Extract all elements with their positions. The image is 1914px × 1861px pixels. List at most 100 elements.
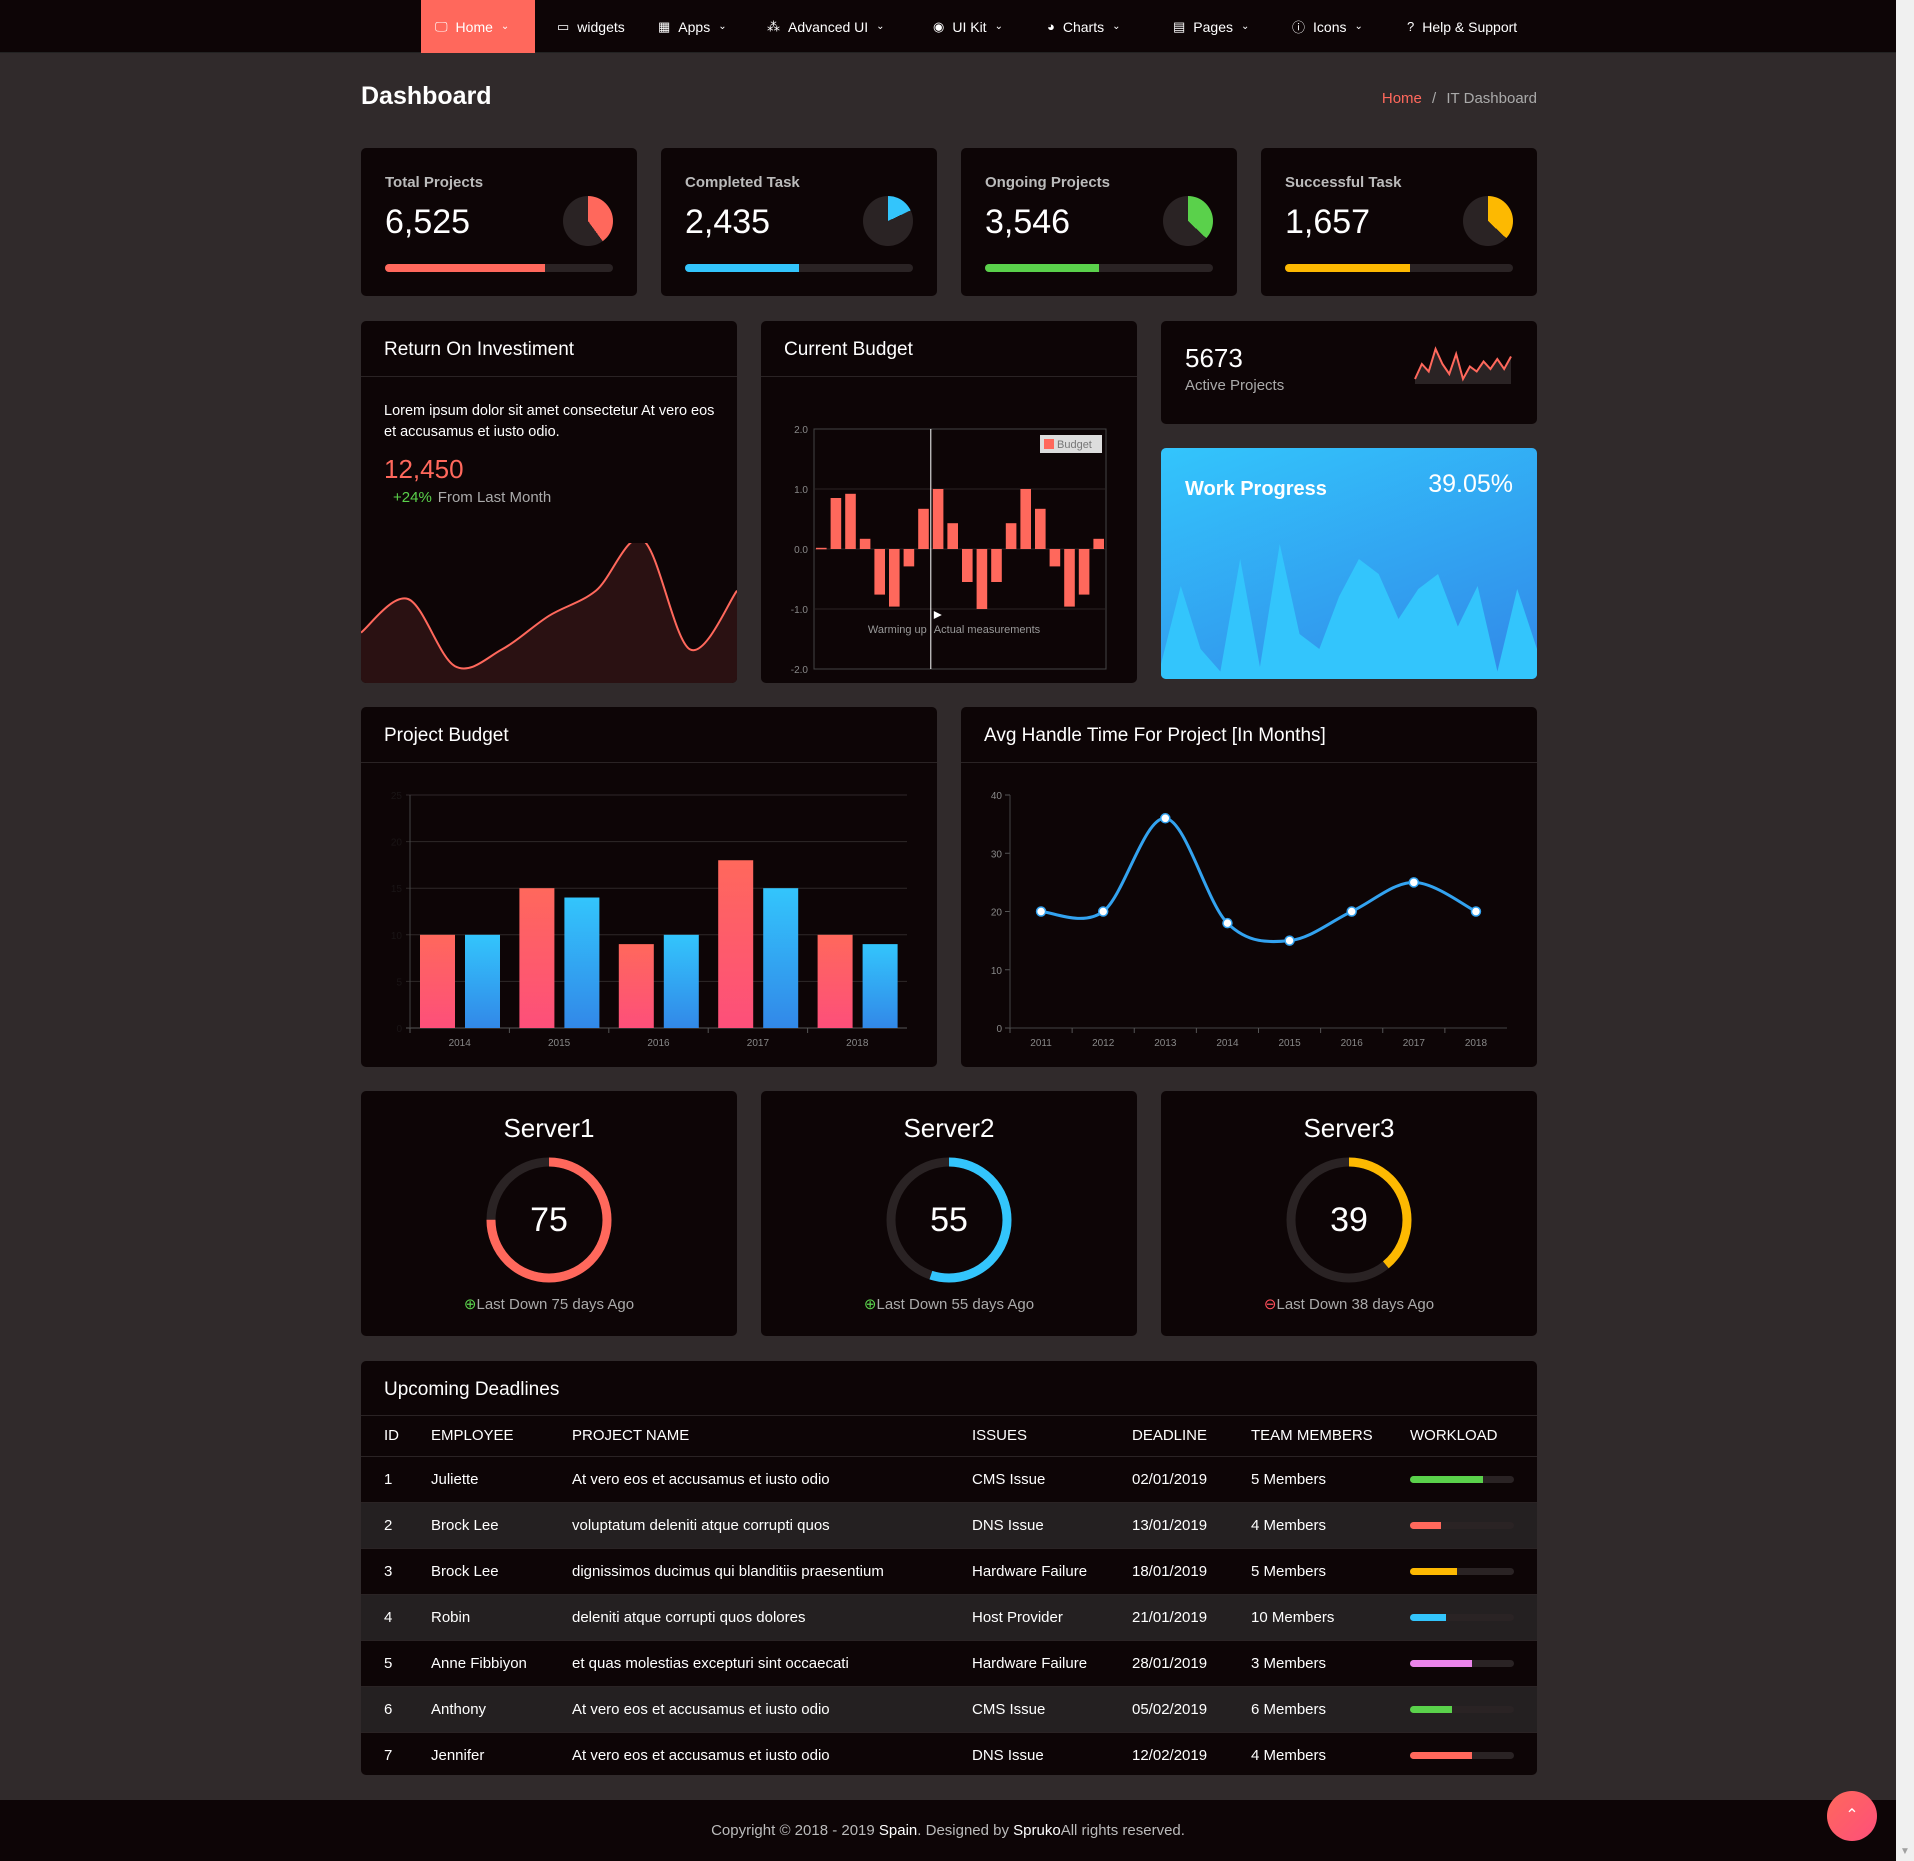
budget-bar-red [519, 888, 555, 1028]
page-title: Dashboard [361, 82, 492, 110]
cell-issue: Host Provider [949, 1594, 1109, 1641]
cubes-icon: ⁂ [767, 18, 780, 34]
footer-designer-link[interactable]: Spruko [1013, 1822, 1061, 1839]
budget-bar-blue [663, 934, 699, 1028]
table-row[interactable]: 3 Brock Lee dignissimos ducimus qui blandi… [361, 1548, 1537, 1595]
cell-project: voluptatum deleniti atque corrupti quos [549, 1502, 949, 1549]
x-tick-label: 2012 [1092, 1038, 1115, 1049]
table-row[interactable]: 7 Jennifer At vero eos et accusamus et ius… [361, 1732, 1537, 1775]
roi-change: +24% From Last Month [393, 489, 551, 506]
cell-workload [1387, 1456, 1537, 1503]
breadcrumb-home-link[interactable]: Home [1382, 90, 1422, 107]
budget-bar [962, 549, 973, 582]
server-card: Server2 55 ⊕Last Down 55 days Ago [761, 1091, 1137, 1336]
y-tick-label: 15 [391, 884, 403, 895]
top-navigation: 🖵 Home ⌄ ▭ widgets ▦ Apps ⌄ ⁂ Advanced UI ⌄ ◉ UI Kit… [0, 0, 1896, 53]
workload-bar [1410, 1567, 1514, 1575]
cell-team: 4 Members [1228, 1732, 1387, 1775]
nav-item-advanced-ui[interactable]: ⁂ Advanced UI ⌄ [755, 0, 897, 53]
nav-item-apps[interactable]: ▦ Apps ⌄ [646, 0, 739, 53]
server-last-down-text: Last Down 38 days Ago [1276, 1296, 1435, 1313]
cell-workload [1387, 1732, 1537, 1775]
y-tick-label: 20 [391, 838, 403, 849]
nav-item-widgets[interactable]: ▭ widgets [545, 0, 637, 53]
y-tick-label: 25 [391, 791, 403, 802]
data-point [1346, 906, 1357, 917]
table-row[interactable]: 6 Anthony At vero eos et accusamus et iust… [361, 1686, 1537, 1733]
active-projects-label: Active Projects [1185, 377, 1285, 394]
chevron-down-icon: ⌄ [1112, 21, 1121, 32]
server-last-down-text: Last Down 75 days Ago [476, 1296, 635, 1313]
budget-bar [889, 549, 900, 607]
window-icon: ▭ [557, 18, 570, 34]
roi-title: Return On Investiment [361, 321, 737, 377]
table-row[interactable]: 5 Anne Fibbiyon et quas molestias exceptur… [361, 1640, 1537, 1687]
y-tick-label: 10 [991, 966, 1003, 977]
legend-swatch [1044, 439, 1054, 449]
column-header: WORKLOAD [1387, 1416, 1537, 1457]
nav-item-help-support[interactable]: ? Help & Support [1395, 0, 1529, 53]
project-budget-chart: 0 5 10 15 20 25 2014 2015 2016 2017 2018 [391, 791, 907, 1049]
cell-team: 6 Members [1228, 1686, 1387, 1733]
budget-bar-red [420, 934, 455, 1028]
cell-issue: DNS Issue [949, 1732, 1109, 1775]
back-to-top-button[interactable]: ⌃ [1827, 1791, 1877, 1841]
stat-card: Total Projects 6,525 [361, 148, 637, 296]
table-row[interactable]: 1 Juliette At vero eos et accusamus et ius… [361, 1456, 1537, 1503]
stat-label: Successful Task [1285, 174, 1402, 191]
data-point [1222, 917, 1233, 929]
nav-label: Help & Support [1422, 18, 1518, 35]
server-last-down-text: Last Down 55 days Ago [876, 1296, 1035, 1313]
cell-id: 5 [361, 1640, 408, 1687]
chevron-up-icon: ⌃ [1845, 1807, 1859, 1824]
budget-bar [874, 549, 885, 595]
active-projects-card: 5673 Active Projects [1161, 321, 1537, 424]
column-header: DEADLINE [1109, 1416, 1228, 1457]
y-tick-label: 0 [396, 1024, 402, 1035]
budget-bar [1078, 549, 1090, 595]
table-row[interactable]: 4 Robin deleniti atque corrupti quos dolor… [361, 1594, 1537, 1641]
grid-icon: ▦ [658, 18, 671, 34]
cell-team: 4 Members [1228, 1502, 1387, 1549]
data-point [1284, 935, 1295, 946]
cell-team: 5 Members [1228, 1548, 1387, 1595]
nav-label: Pages [1193, 18, 1233, 35]
nav-item-home[interactable]: 🖵 Home ⌄ [421, 0, 535, 53]
monitor-icon: 🖵 [435, 18, 448, 34]
budget-bar [918, 508, 929, 549]
stat-progress-bar [985, 264, 1213, 272]
arrow-circle-down-icon: ⊖ [1263, 1296, 1277, 1313]
nav-item-ui-kit[interactable]: ◉ UI Kit ⌄ [921, 0, 1015, 53]
cell-deadline: 18/01/2019 [1109, 1548, 1228, 1595]
current-budget-card: Current Budget 2.0 1.0 0.0 -1.0 -2.0 Warming … [761, 321, 1137, 683]
workload-fill [1410, 1475, 1483, 1483]
cell-team: 3 Members [1228, 1640, 1387, 1687]
workload-fill [1410, 1521, 1442, 1529]
budget-bar-blue [862, 944, 898, 1028]
stat-progress-bar [1285, 264, 1513, 272]
nav-label: Icons [1313, 18, 1347, 35]
nav-item-pages[interactable]: ▤ Pages ⌄ [1161, 0, 1261, 53]
nav-item-icons[interactable]: ⓘ Icons ⌄ [1280, 0, 1375, 53]
table-row[interactable]: 2 Brock Lee voluptatum deleniti atque corr… [361, 1502, 1537, 1549]
footer-designed-by: . Designed by [917, 1822, 1014, 1839]
deadlines-title: Upcoming Deadlines [361, 1361, 1537, 1416]
cell-employee: Anthony [408, 1686, 549, 1733]
page-scrollbar[interactable]: ▼ [1896, 0, 1914, 1861]
cell-workload [1387, 1502, 1537, 1549]
chevron-down-icon: ⌄ [718, 21, 727, 32]
data-point [1160, 813, 1171, 824]
nav-label: widgets [577, 18, 625, 35]
question-icon: ? [1407, 19, 1415, 34]
nav-item-charts[interactable]: ◕ Charts ⌄ [1035, 0, 1132, 53]
stat-pie-icon [1163, 196, 1213, 246]
server-value: 39 [1330, 1201, 1368, 1239]
footer-brand-link[interactable]: Spain [879, 1822, 917, 1839]
stat-card: Ongoing Projects 3,546 [961, 148, 1237, 296]
data-point [1408, 877, 1420, 888]
scroll-down-arrow-icon[interactable]: ▼ [1900, 1846, 1910, 1857]
breadcrumb: Home / IT Dashboard [1382, 90, 1537, 107]
budget-bar [1020, 489, 1031, 549]
data-point [1035, 906, 1047, 917]
cell-team: 5 Members [1228, 1456, 1387, 1503]
